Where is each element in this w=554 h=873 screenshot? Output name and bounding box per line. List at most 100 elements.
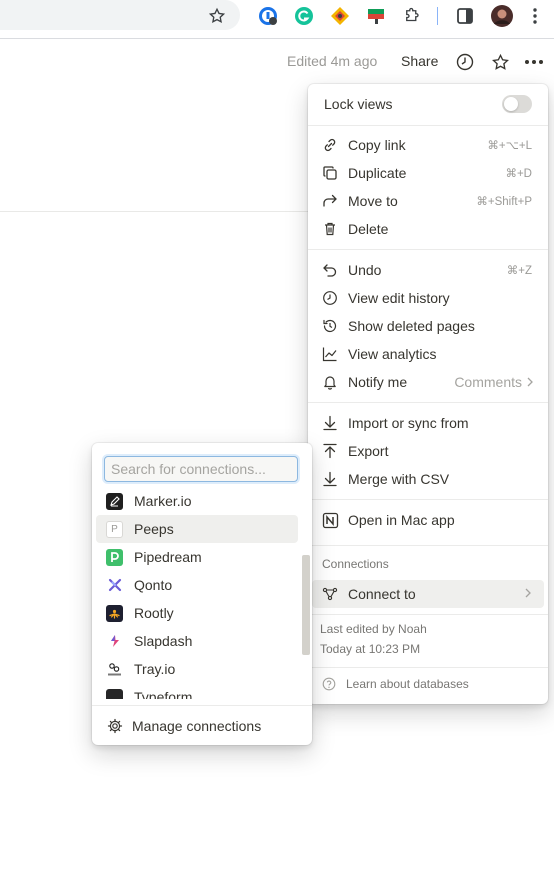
chevron-right-icon: [524, 588, 532, 601]
list-item-label: Tray.io: [134, 661, 176, 677]
export-label: Export: [348, 443, 389, 459]
list-item-label: Marker.io: [134, 493, 192, 509]
lock-views-label: Lock views: [324, 96, 393, 112]
export-item[interactable]: Export: [308, 437, 548, 465]
menu-divider: [308, 545, 548, 546]
download-icon: [321, 414, 339, 432]
last-edited-time: Today at 10:23 PM: [320, 642, 421, 656]
upload-icon: [321, 442, 339, 460]
manage-connections-item[interactable]: Manage connections: [96, 712, 308, 740]
grammarly-extension-icon[interactable]: [293, 5, 315, 27]
last-edited-by: Last edited by Noah: [320, 622, 427, 636]
delete-label: Delete: [348, 221, 389, 237]
peeps-logo-icon: P: [106, 520, 123, 538]
merge-csv-item[interactable]: Merge with CSV: [308, 465, 548, 493]
slapdash-logo-icon: [106, 633, 123, 650]
menu-divider: [308, 249, 548, 250]
tray-io-logo-icon: [106, 661, 123, 678]
list-item-pipedream[interactable]: Pipedream: [96, 543, 298, 571]
download-icon: [321, 470, 339, 488]
copy-link-shortcut: ⌘+⌥+L: [487, 140, 532, 152]
flag-extension-icon[interactable]: [365, 5, 387, 27]
connections-submenu: Marker.io P Peeps Pipedream Qonto Rootly…: [92, 443, 312, 745]
qonto-logo-icon: [106, 577, 123, 594]
lock-views-row[interactable]: Lock views: [308, 90, 548, 118]
diamond-extension-icon[interactable]: [329, 5, 351, 27]
list-item-label: Typeform: [134, 689, 193, 699]
view-analytics-label: View analytics: [348, 346, 437, 362]
list-item-rootly[interactable]: Rootly: [96, 599, 298, 627]
help-circle-icon: [320, 675, 338, 693]
pipedream-logo-icon: [106, 548, 123, 566]
move-to-shortcut: ⌘+Shift+P: [476, 196, 532, 208]
duplicate-item[interactable]: Duplicate ⌘+D: [308, 159, 548, 187]
kebab-menu-icon[interactable]: [529, 5, 541, 27]
undo-label: Undo: [348, 262, 382, 278]
move-to-label: Move to: [348, 193, 398, 209]
undo-shortcut: ⌘+Z: [506, 265, 532, 277]
address-bar[interactable]: [0, 0, 240, 30]
submenu-divider: [92, 705, 312, 706]
connect-to-label: Connect to: [348, 586, 416, 602]
manage-connections-label: Manage connections: [132, 718, 262, 734]
open-mac-app-item[interactable]: Open in Mac app: [308, 506, 548, 534]
share-button[interactable]: Share: [401, 53, 438, 69]
history-clock-icon[interactable]: [455, 52, 475, 72]
duplicate-shortcut: ⌘+D: [505, 168, 532, 180]
delete-item[interactable]: Delete: [308, 215, 548, 243]
list-item-label: Slapdash: [134, 633, 193, 649]
lock-views-toggle[interactable]: [502, 95, 532, 113]
bookmark-star-icon[interactable]: [206, 5, 228, 27]
copy-link-item[interactable]: Copy link ⌘+⌥+L: [308, 131, 548, 159]
trash-icon: [321, 220, 339, 238]
favorite-star-icon[interactable]: [490, 52, 510, 72]
page-options-menu: Lock views Copy link ⌘+⌥+L Duplicate ⌘+D…: [308, 84, 548, 704]
search-connections-input[interactable]: [104, 456, 298, 482]
merge-csv-label: Merge with CSV: [348, 471, 450, 487]
import-sync-item[interactable]: Import or sync from: [308, 409, 548, 437]
list-item-slapdash[interactable]: Slapdash: [96, 627, 298, 655]
list-item-tray-io[interactable]: Tray.io: [96, 655, 298, 683]
side-panel-icon[interactable]: [454, 5, 476, 27]
password-manager-extension-icon[interactable]: [257, 5, 279, 27]
learn-databases-label: Learn about databases: [346, 677, 469, 691]
move-to-item[interactable]: Move to ⌘+Shift+P: [308, 187, 548, 215]
list-item-peeps[interactable]: P Peeps: [96, 515, 298, 543]
more-options-icon[interactable]: [524, 52, 544, 72]
connections-scrollbar[interactable]: [302, 555, 310, 655]
menu-divider: [308, 667, 548, 668]
list-item-typeform[interactable]: Typeform: [96, 683, 298, 699]
menu-divider: [308, 614, 548, 615]
undo-item[interactable]: Undo ⌘+Z: [308, 256, 548, 284]
menu-divider: [308, 125, 548, 126]
typeform-logo-icon: [106, 688, 123, 699]
marker-io-logo-icon: [106, 492, 123, 510]
puzzle-extensions-icon[interactable]: [401, 5, 423, 27]
list-item-marker-io[interactable]: Marker.io: [96, 487, 298, 515]
profile-avatar[interactable]: [491, 5, 513, 27]
learn-databases-link[interactable]: Learn about databases: [308, 670, 548, 698]
clock-icon: [321, 289, 339, 307]
connect-to-item[interactable]: Connect to: [312, 580, 544, 608]
list-item-label: Rootly: [134, 605, 174, 621]
gear-icon: [106, 717, 124, 735]
connections-icon: [321, 585, 339, 603]
chevron-right-icon: [526, 374, 534, 390]
view-edit-history-item[interactable]: View edit history: [308, 284, 548, 312]
list-item-label: Pipedream: [134, 549, 202, 565]
show-deleted-pages-item[interactable]: Show deleted pages: [308, 312, 548, 340]
link-icon: [321, 136, 339, 154]
rootly-logo-icon: [106, 604, 123, 622]
list-item-label: Peeps: [134, 521, 174, 537]
restore-icon: [321, 317, 339, 335]
notify-me-item[interactable]: Notify me Comments: [308, 368, 548, 396]
list-item-label: Qonto: [134, 577, 173, 593]
duplicate-label: Duplicate: [348, 165, 407, 181]
list-item-qonto[interactable]: Qonto: [96, 571, 298, 599]
browser-toolbar: [0, 0, 554, 39]
connections-list: Marker.io P Peeps Pipedream Qonto Rootly…: [92, 487, 300, 699]
view-analytics-item[interactable]: View analytics: [308, 340, 548, 368]
analytics-icon: [321, 345, 339, 363]
toolbar-divider: [437, 7, 438, 25]
show-deleted-pages-label: Show deleted pages: [348, 318, 475, 334]
